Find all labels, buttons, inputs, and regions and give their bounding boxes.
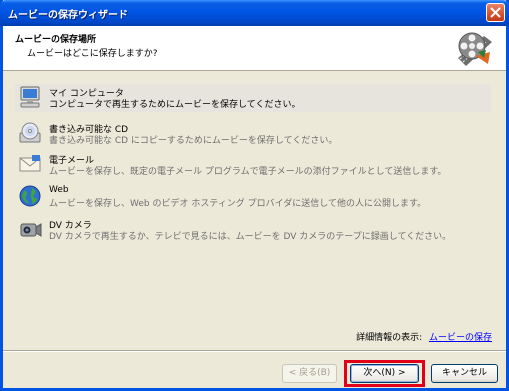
title-bar[interactable]: ムービーの保存ウィザード [0,0,509,26]
option-email[interactable]: 電子メール ムービーを保存し、既定の電子メール プログラムで電子メールの添付ファ… [15,151,491,179]
details-section: 詳細情報の表示: ムービーの保存 [356,330,492,343]
cancel-button[interactable]: キャンセル [431,364,498,383]
option-cd[interactable]: 書き込み可能な CD 書き込み可能な CD にコピーするためにムービーを保存して… [15,120,491,148]
details-link[interactable]: ムービーの保存 [429,333,492,343]
computer-icon [18,85,42,109]
option-web[interactable]: Web ムービーを保存し、Web のビデオ ホスティング プロバイダに送信して他… [15,183,491,211]
window-title: ムービーの保存ウィザード [8,10,128,21]
option-dv-camera[interactable]: DV カメラ DV カメラで再生するか、テレビで見るには、ムービーを DV カメ… [15,216,491,244]
details-label: 詳細情報の表示: [356,333,423,343]
back-button[interactable]: < 戻る(B) [282,364,337,383]
film-reel-icon [454,28,494,68]
cd-icon [18,121,42,145]
wizard-window: ムービーの保存ウィザード ムービーの保存場所 ムービーはどこに保存しますか? マ… [0,0,509,391]
web-globe-icon [18,184,42,208]
option-label: Web [49,185,69,195]
dv-camera-icon [18,217,42,241]
save-location-list: マイ コンピュータ コンピュータで再生するためにムービーを保存してください。 書… [15,84,495,314]
option-description: ムービーを保存し、既定の電子メール プログラムで電子メールの添付ファイルとして送… [49,167,447,177]
option-description: コンピュータで再生するためにムービーを保存してください。 [49,100,301,110]
divider [3,350,506,352]
option-description: 書き込み可能な CD にコピーするためにムービーを保存してください。 [49,136,338,146]
close-button[interactable] [486,3,505,22]
option-description: ムービーを保存し、Web のビデオ ホスティング プロバイダに送信して他の人に公… [49,199,427,209]
email-icon [18,152,42,176]
wizard-header: ムービーの保存場所 ムービーはどこに保存しますか? [3,26,506,71]
option-my-computer[interactable]: マイ コンピュータ コンピュータで再生するためにムービーを保存してください。 [15,84,491,112]
next-button-highlight [344,360,425,387]
header-title: ムービーの保存場所 [15,35,97,45]
option-description: DV カメラで再生するか、テレビで見るには、ムービーを DV カメラのテープに録… [49,232,452,242]
header-subtitle: ムービーはどこに保存しますか? [27,49,158,59]
